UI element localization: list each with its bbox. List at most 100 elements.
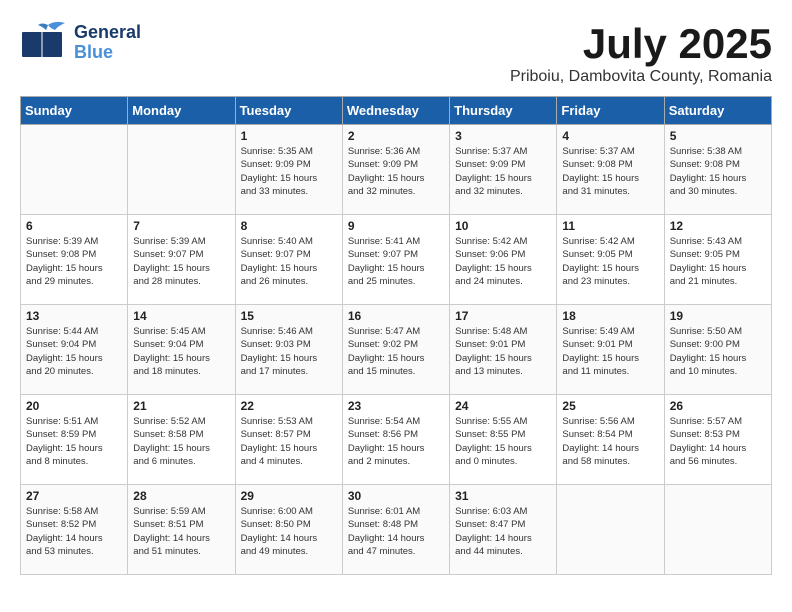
column-header-wednesday: Wednesday [342, 97, 449, 125]
day-info: Sunrise: 5:45 AMSunset: 9:04 PMDaylight:… [133, 325, 229, 378]
calendar-cell: 11 Sunrise: 5:42 AMSunset: 9:05 PMDayligh… [557, 215, 664, 305]
day-number: 31 [455, 489, 551, 503]
day-info: Sunrise: 5:53 AMSunset: 8:57 PMDaylight:… [241, 415, 337, 468]
day-info: Sunrise: 5:58 AMSunset: 8:52 PMDaylight:… [26, 505, 122, 558]
calendar-table: SundayMondayTuesdayWednesdayThursdayFrid… [20, 96, 772, 575]
day-number: 3 [455, 129, 551, 143]
day-info: Sunrise: 5:51 AMSunset: 8:59 PMDaylight:… [26, 415, 122, 468]
calendar-cell: 19 Sunrise: 5:50 AMSunset: 9:00 PMDayligh… [664, 305, 771, 395]
day-number: 22 [241, 399, 337, 413]
day-info: Sunrise: 5:46 AMSunset: 9:03 PMDaylight:… [241, 325, 337, 378]
column-header-monday: Monday [128, 97, 235, 125]
week-row-1: 6 Sunrise: 5:39 AMSunset: 9:08 PMDaylight… [21, 215, 772, 305]
day-info: Sunrise: 5:41 AMSunset: 9:07 PMDaylight:… [348, 235, 444, 288]
logo: General Blue [20, 20, 141, 65]
day-info: Sunrise: 5:56 AMSunset: 8:54 PMDaylight:… [562, 415, 658, 468]
logo-icon [20, 20, 70, 65]
day-number: 19 [670, 309, 766, 323]
week-row-4: 27 Sunrise: 5:58 AMSunset: 8:52 PMDayligh… [21, 485, 772, 575]
day-number: 6 [26, 219, 122, 233]
day-number: 30 [348, 489, 444, 503]
day-number: 17 [455, 309, 551, 323]
day-info: Sunrise: 5:52 AMSunset: 8:58 PMDaylight:… [133, 415, 229, 468]
day-info: Sunrise: 5:49 AMSunset: 9:01 PMDaylight:… [562, 325, 658, 378]
column-header-sunday: Sunday [21, 97, 128, 125]
calendar-cell: 31 Sunrise: 6:03 AMSunset: 8:47 PMDayligh… [450, 485, 557, 575]
calendar-cell: 22 Sunrise: 5:53 AMSunset: 8:57 PMDayligh… [235, 395, 342, 485]
calendar-cell: 18 Sunrise: 5:49 AMSunset: 9:01 PMDayligh… [557, 305, 664, 395]
day-number: 28 [133, 489, 229, 503]
day-info: Sunrise: 5:37 AMSunset: 9:09 PMDaylight:… [455, 145, 551, 198]
day-number: 5 [670, 129, 766, 143]
day-info: Sunrise: 5:36 AMSunset: 9:09 PMDaylight:… [348, 145, 444, 198]
calendar-cell: 30 Sunrise: 6:01 AMSunset: 8:48 PMDayligh… [342, 485, 449, 575]
day-info: Sunrise: 5:35 AMSunset: 9:09 PMDaylight:… [241, 145, 337, 198]
day-info: Sunrise: 5:50 AMSunset: 9:00 PMDaylight:… [670, 325, 766, 378]
day-number: 13 [26, 309, 122, 323]
column-header-friday: Friday [557, 97, 664, 125]
day-number: 25 [562, 399, 658, 413]
day-number: 27 [26, 489, 122, 503]
calendar-cell: 28 Sunrise: 5:59 AMSunset: 8:51 PMDayligh… [128, 485, 235, 575]
day-info: Sunrise: 5:43 AMSunset: 9:05 PMDaylight:… [670, 235, 766, 288]
day-info: Sunrise: 6:01 AMSunset: 8:48 PMDaylight:… [348, 505, 444, 558]
calendar-cell: 14 Sunrise: 5:45 AMSunset: 9:04 PMDayligh… [128, 305, 235, 395]
week-row-3: 20 Sunrise: 5:51 AMSunset: 8:59 PMDayligh… [21, 395, 772, 485]
day-number: 8 [241, 219, 337, 233]
calendar-cell: 5 Sunrise: 5:38 AMSunset: 9:08 PMDaylight… [664, 125, 771, 215]
column-header-saturday: Saturday [664, 97, 771, 125]
calendar-cell: 7Sunrise: 5:39 AMSunset: 9:07 PMDaylight… [128, 215, 235, 305]
day-number: 16 [348, 309, 444, 323]
calendar-cell: 12Sunrise: 5:43 AMSunset: 9:05 PMDayligh… [664, 215, 771, 305]
calendar-cell: 6 Sunrise: 5:39 AMSunset: 9:08 PMDaylight… [21, 215, 128, 305]
calendar-cell: 8 Sunrise: 5:40 AMSunset: 9:07 PMDaylight… [235, 215, 342, 305]
day-number: 29 [241, 489, 337, 503]
day-number: 18 [562, 309, 658, 323]
calendar-cell: 3 Sunrise: 5:37 AMSunset: 9:09 PMDaylight… [450, 125, 557, 215]
title-block: July 2025 Priboiu, Dambovita County, Rom… [510, 20, 772, 86]
day-info: Sunrise: 6:03 AMSunset: 8:47 PMDaylight:… [455, 505, 551, 558]
day-info: Sunrise: 5:47 AMSunset: 9:02 PMDaylight:… [348, 325, 444, 378]
day-number: 10 [455, 219, 551, 233]
day-number: 9 [348, 219, 444, 233]
day-number: 1 [241, 129, 337, 143]
calendar-cell: 16 Sunrise: 5:47 AMSunset: 9:02 PMDayligh… [342, 305, 449, 395]
column-header-thursday: Thursday [450, 97, 557, 125]
day-number: 14 [133, 309, 229, 323]
column-header-tuesday: Tuesday [235, 97, 342, 125]
day-info: Sunrise: 5:40 AMSunset: 9:07 PMDaylight:… [241, 235, 337, 288]
calendar-cell [21, 125, 128, 215]
page-header: General Blue July 2025 Priboiu, Dambovit… [20, 20, 772, 86]
calendar-cell: 20 Sunrise: 5:51 AMSunset: 8:59 PMDayligh… [21, 395, 128, 485]
day-info: Sunrise: 5:38 AMSunset: 9:08 PMDaylight:… [670, 145, 766, 198]
calendar-cell: 15Sunrise: 5:46 AMSunset: 9:03 PMDayligh… [235, 305, 342, 395]
week-row-0: 1 Sunrise: 5:35 AMSunset: 9:09 PMDaylight… [21, 125, 772, 215]
day-info: Sunrise: 5:44 AMSunset: 9:04 PMDaylight:… [26, 325, 122, 378]
day-number: 11 [562, 219, 658, 233]
calendar-cell: 21 Sunrise: 5:52 AMSunset: 8:58 PMDayligh… [128, 395, 235, 485]
calendar-cell: 24 Sunrise: 5:55 AMSunset: 8:55 PMDayligh… [450, 395, 557, 485]
day-info: Sunrise: 5:37 AMSunset: 9:08 PMDaylight:… [562, 145, 658, 198]
calendar-cell: 2 Sunrise: 5:36 AMSunset: 9:09 PMDaylight… [342, 125, 449, 215]
day-info: Sunrise: 5:42 AMSunset: 9:06 PMDaylight:… [455, 235, 551, 288]
day-info: Sunrise: 5:39 AMSunset: 9:07 PMDaylight:… [133, 235, 229, 288]
header-row: SundayMondayTuesdayWednesdayThursdayFrid… [21, 97, 772, 125]
day-info: Sunrise: 5:42 AMSunset: 9:05 PMDaylight:… [562, 235, 658, 288]
calendar-cell [664, 485, 771, 575]
day-number: 2 [348, 129, 444, 143]
week-row-2: 13 Sunrise: 5:44 AMSunset: 9:04 PMDayligh… [21, 305, 772, 395]
day-number: 20 [26, 399, 122, 413]
calendar-cell: 13 Sunrise: 5:44 AMSunset: 9:04 PMDayligh… [21, 305, 128, 395]
day-number: 21 [133, 399, 229, 413]
subtitle: Priboiu, Dambovita County, Romania [510, 68, 772, 86]
calendar-cell: 10 Sunrise: 5:42 AMSunset: 9:06 PMDayligh… [450, 215, 557, 305]
day-info: Sunrise: 5:39 AMSunset: 9:08 PMDaylight:… [26, 235, 122, 288]
day-number: 24 [455, 399, 551, 413]
calendar-cell: 9 Sunrise: 5:41 AMSunset: 9:07 PMDaylight… [342, 215, 449, 305]
day-info: Sunrise: 5:59 AMSunset: 8:51 PMDaylight:… [133, 505, 229, 558]
day-info: Sunrise: 5:55 AMSunset: 8:55 PMDaylight:… [455, 415, 551, 468]
calendar-cell: 29Sunrise: 6:00 AMSunset: 8:50 PMDayligh… [235, 485, 342, 575]
day-number: 4 [562, 129, 658, 143]
calendar-cell: 26Sunrise: 5:57 AMSunset: 8:53 PMDayligh… [664, 395, 771, 485]
calendar-cell [128, 125, 235, 215]
